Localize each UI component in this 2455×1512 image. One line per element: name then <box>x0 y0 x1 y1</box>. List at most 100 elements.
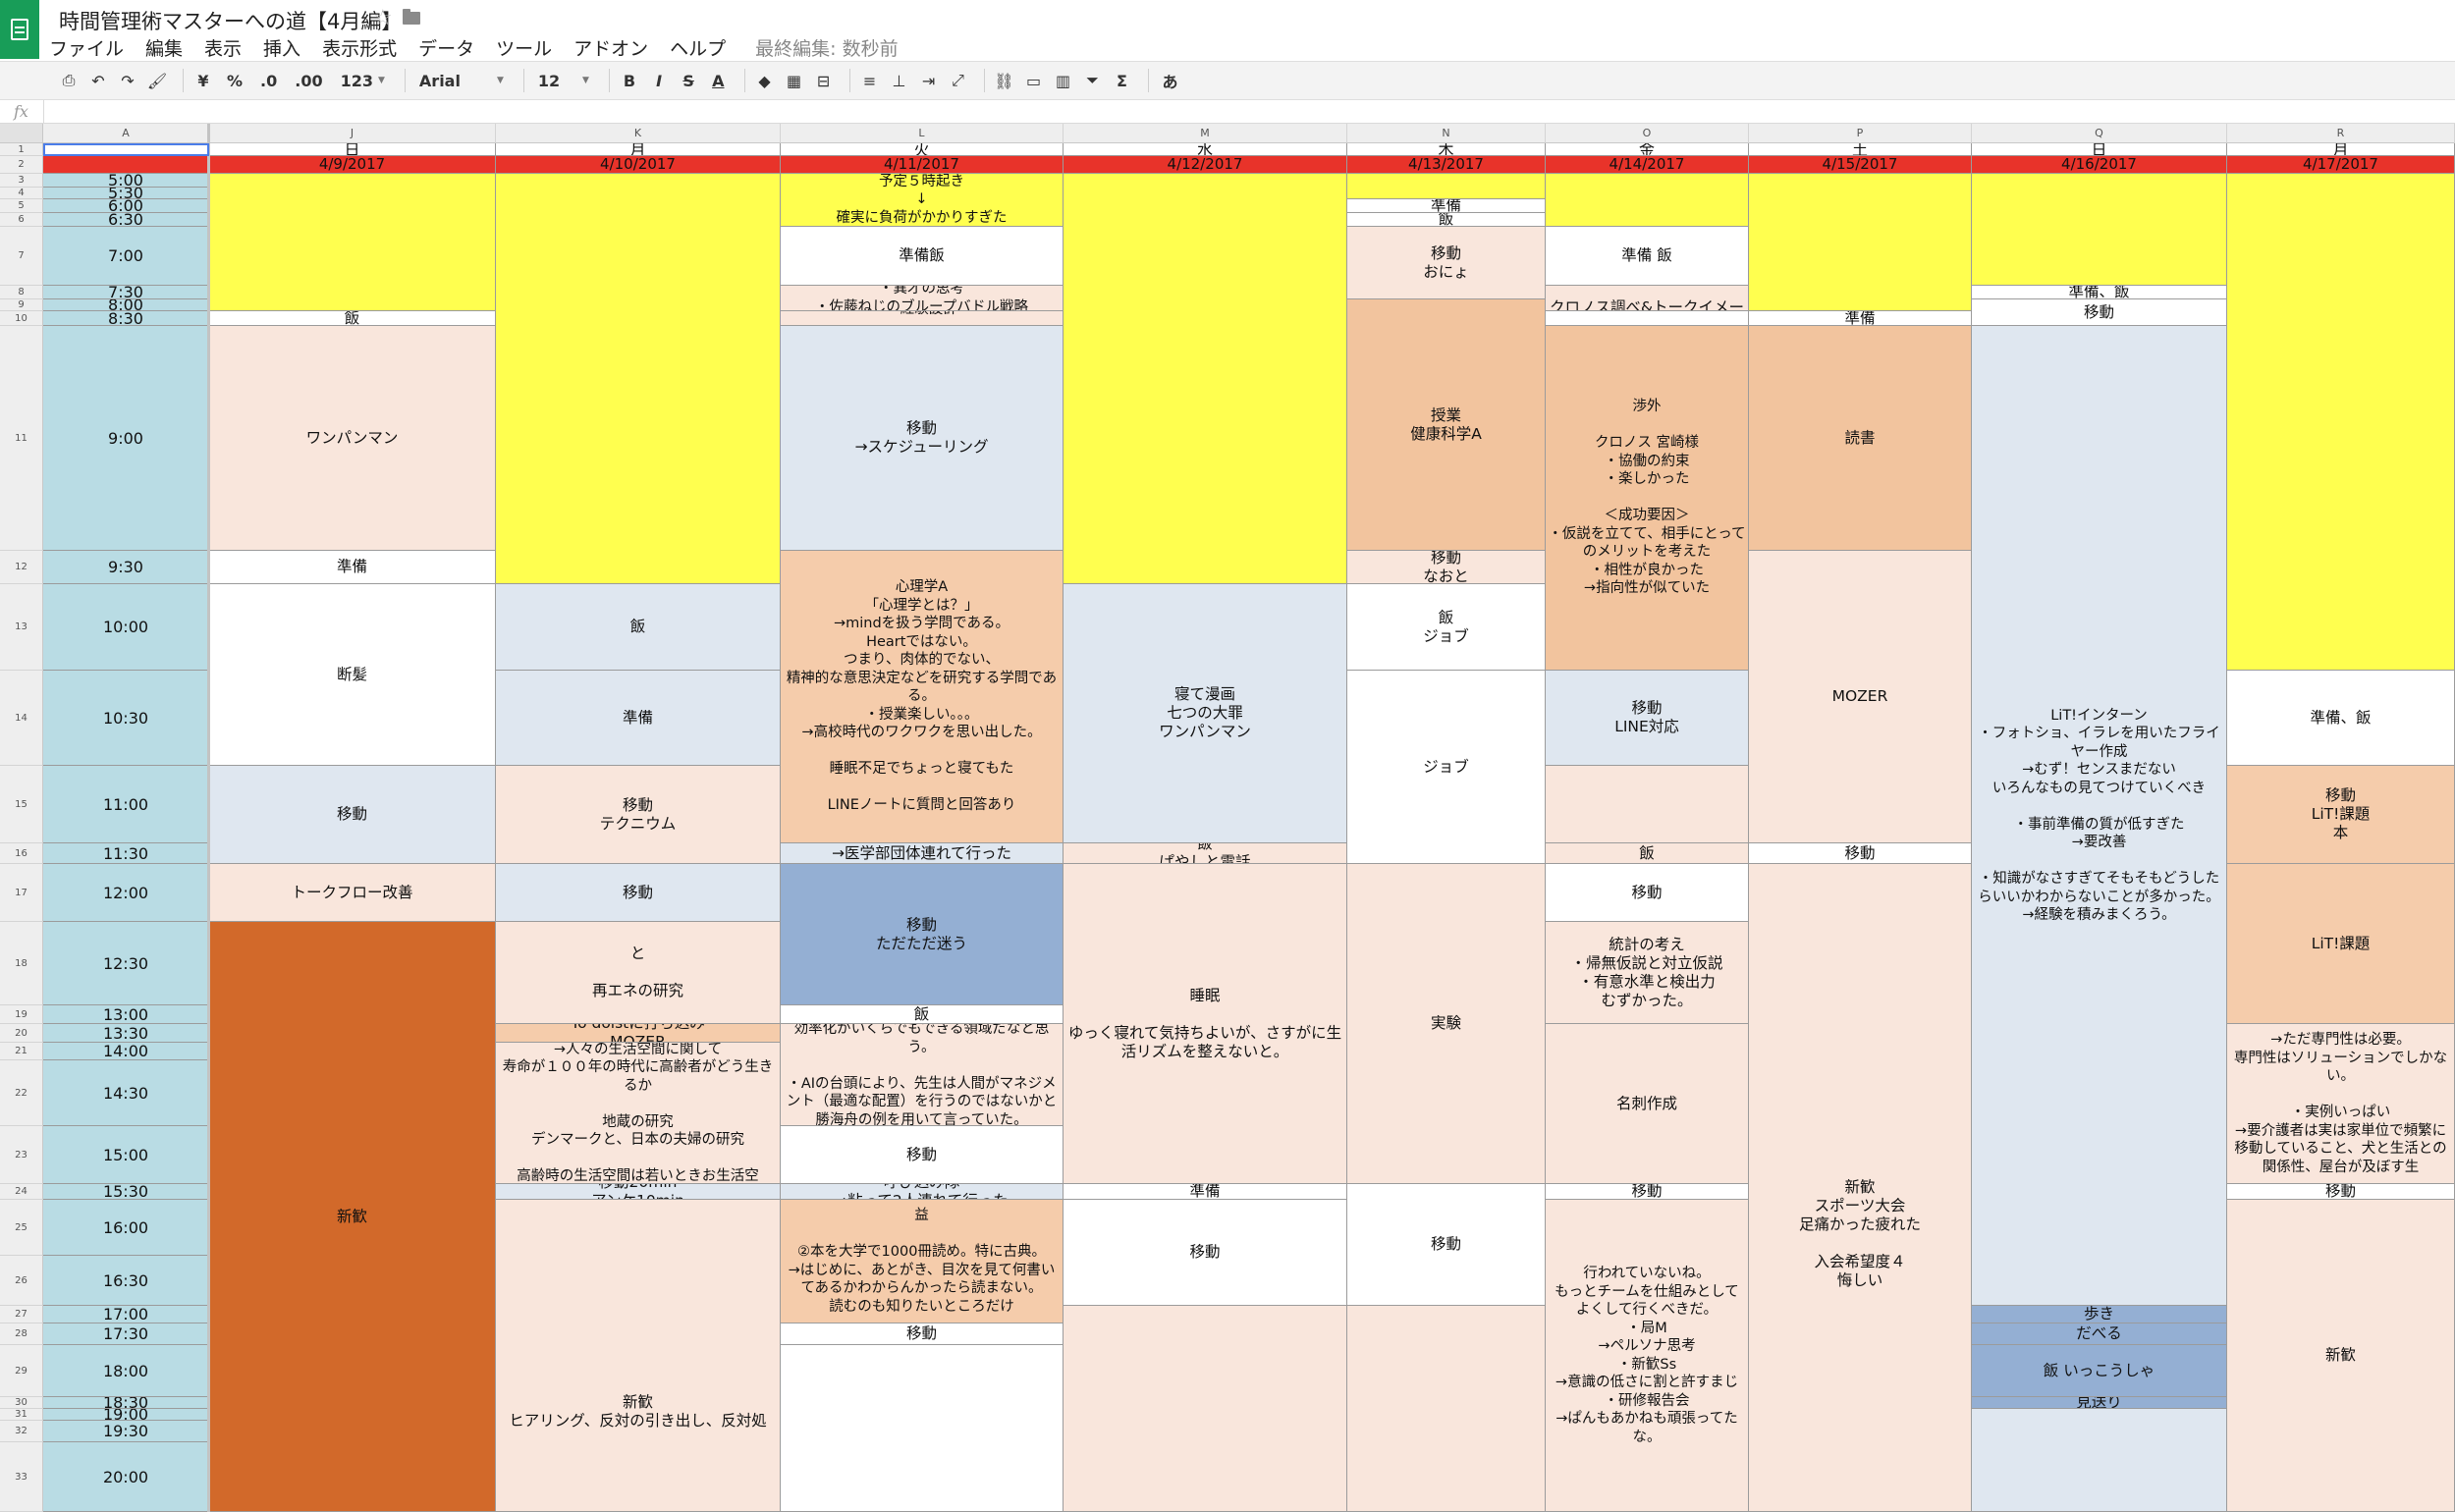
time-cell[interactable]: 6:30 <box>43 213 209 227</box>
row-header[interactable]: 16 <box>0 843 43 864</box>
select-all-corner[interactable] <box>0 124 43 143</box>
schedule-event-cell[interactable]: 飯 <box>781 1005 1064 1024</box>
row-header[interactable]: 26 <box>0 1256 43 1306</box>
schedule-event-cell[interactable]: 移動 なおと <box>1347 551 1546 584</box>
weekday-cell[interactable]: 月 <box>2227 143 2455 156</box>
schedule-event-cell[interactable]: ワンパンマン <box>209 326 496 551</box>
weekday-cell[interactable]: 木 <box>1347 143 1546 156</box>
decrease-decimal-button[interactable]: .0 <box>254 68 283 93</box>
paint-format-icon[interactable]: 🖌 <box>145 68 169 93</box>
schedule-event-cell[interactable]: 準備 <box>496 671 781 766</box>
redo-icon[interactable]: ↷ <box>116 68 139 93</box>
row-header[interactable]: 25 <box>0 1200 43 1256</box>
schedule-event-cell[interactable]: LiT!インターン ・フォトショ、イラレを用いたフライヤー作成 →むず！センスま… <box>1972 326 2227 1306</box>
row-header[interactable]: 32 <box>0 1421 43 1442</box>
row-header[interactable]: 29 <box>0 1345 43 1397</box>
sheets-logo-icon[interactable] <box>0 0 39 59</box>
spreadsheet-grid[interactable]: A J K L M N O P Q R 1 2 3 4 5 6 7 8 9 10 11 12 13 14 15 16 17 18 19 2… <box>0 124 2455 1512</box>
column-header[interactable]: N <box>1347 124 1546 143</box>
schedule-event-cell[interactable]: 準備 <box>1749 311 1972 326</box>
font-size-select[interactable]: 12 ▼ <box>532 68 595 93</box>
schedule-event-cell[interactable]: 飯 ジョブ <box>1347 584 1546 671</box>
row-header[interactable]: 3 <box>0 174 43 188</box>
time-cell[interactable]: 5:30 <box>43 188 209 199</box>
schedule-event-cell[interactable]: だべる <box>1972 1323 2227 1345</box>
menu-help[interactable]: ヘルプ <box>670 34 726 61</box>
schedule-event-cell[interactable] <box>1347 1306 1546 1512</box>
schedule-event-cell[interactable]: 歩き <box>1972 1306 2227 1323</box>
schedule-empty-cell[interactable] <box>1546 766 1749 843</box>
row-header[interactable]: 5 <box>0 199 43 213</box>
weekday-cell[interactable]: 金 <box>1546 143 1749 156</box>
schedule-event-cell[interactable]: 新歓 <box>2227 1200 2455 1512</box>
schedule-event-cell[interactable]: 飯 <box>1347 213 1546 227</box>
schedule-event-cell[interactable] <box>1972 174 2227 286</box>
schedule-event-cell[interactable] <box>781 1345 1064 1512</box>
schedule-event-cell[interactable]: 移動 <box>209 766 496 864</box>
schedule-event-cell[interactable] <box>209 174 496 311</box>
time-cell[interactable]: 6:00 <box>43 199 209 213</box>
vertical-align-icon[interactable]: ⊥ <box>888 68 911 93</box>
schedule-event-cell[interactable]: 移動 LINE対応 <box>1546 671 1749 766</box>
cell-a2[interactable] <box>43 156 209 174</box>
date-cell[interactable]: 4/14/2017 <box>1546 156 1749 174</box>
schedule-event-cell[interactable]: 新歓 <box>209 922 496 1512</box>
date-cell[interactable]: 4/9/2017 <box>209 156 496 174</box>
schedule-event-cell[interactable]: 移動 <box>1546 864 1749 922</box>
schedule-event-cell[interactable]: 準備飯 <box>781 227 1064 286</box>
schedule-event-cell[interactable]: ジョブ <box>1347 671 1546 864</box>
row-header[interactable]: 31 <box>0 1409 43 1421</box>
cell-a1[interactable] <box>43 143 209 156</box>
schedule-event-cell[interactable]: 移動 LiT!課題 本 <box>2227 766 2455 864</box>
time-cell[interactable]: 19:00 <box>43 1409 209 1421</box>
time-cell[interactable]: 9:30 <box>43 551 209 584</box>
date-cell[interactable]: 4/15/2017 <box>1749 156 1972 174</box>
row-header[interactable]: 15 <box>0 766 43 843</box>
time-cell[interactable]: 13:30 <box>43 1024 209 1043</box>
schedule-event-cell[interactable]: 飯 <box>1546 843 1749 864</box>
schedule-event-cell[interactable]: 移動 テクニウム <box>496 766 781 864</box>
time-cell[interactable]: 14:00 <box>43 1043 209 1060</box>
schedule-event-cell[interactable]: 授業 健康科学A <box>1347 299 1546 551</box>
schedule-event-cell[interactable]: M プロダクトの論点意思決定 ・ペルソナ ・経験設計 ぱやしに ・国の決定を任せ… <box>781 311 1064 326</box>
schedule-event-cell[interactable]: 飯 ぱやしと電話 <box>1064 843 1347 864</box>
schedule-event-cell[interactable]: 新歓 スポーツ大会 足痛かった疲れた 入会希望度４ 悔しい <box>1749 864 1972 1512</box>
filter-icon[interactable]: ⏷ <box>1081 68 1105 93</box>
schedule-event-cell[interactable]: 見送り <box>1972 1397 2227 1409</box>
row-header[interactable]: 12 <box>0 551 43 584</box>
row-header[interactable]: 28 <box>0 1323 43 1345</box>
schedule-event-cell[interactable]: 読書 <box>1749 326 1972 551</box>
percent-format-button[interactable]: % <box>221 68 248 93</box>
time-cell[interactable]: 13:00 <box>43 1005 209 1024</box>
date-cell[interactable]: 4/17/2017 <box>2227 156 2455 174</box>
frozen-column-divider[interactable] <box>207 124 210 1512</box>
row-header[interactable]: 8 <box>0 286 43 299</box>
column-header[interactable]: Q <box>1972 124 2227 143</box>
time-cell[interactable]: 16:00 <box>43 1200 209 1256</box>
menu-tools[interactable]: ツール <box>496 34 552 61</box>
merge-cells-icon[interactable]: ⊟ <box>812 68 836 93</box>
time-cell[interactable]: 10:00 <box>43 584 209 671</box>
schedule-event-cell[interactable]: 移動 おにょ <box>1347 227 1546 299</box>
row-header[interactable]: 23 <box>0 1126 43 1184</box>
menu-addons[interactable]: アドオン <box>573 34 648 61</box>
row-header[interactable]: 6 <box>0 213 43 227</box>
schedule-event-cell[interactable] <box>1064 174 1347 584</box>
time-cell[interactable]: 9:00 <box>43 326 209 551</box>
time-cell[interactable]: 17:00 <box>43 1306 209 1323</box>
column-header[interactable]: K <box>496 124 781 143</box>
time-cell[interactable]: 11:00 <box>43 766 209 843</box>
schedule-empty-cell[interactable] <box>1972 1409 2227 1512</box>
column-header[interactable]: L <box>781 124 1064 143</box>
row-header[interactable]: 10 <box>0 311 43 326</box>
schedule-event-cell[interactable]: 呼び込み隊 →粘って2人連れて行った <box>781 1184 1064 1200</box>
schedule-event-cell[interactable]: 移動 <box>1546 1184 1749 1200</box>
time-cell[interactable]: 7:00 <box>43 227 209 286</box>
schedule-event-cell[interactable]: 統計の考え ・帰無仮説と対立仮説 ・有意水準と検出力 むずかった。 <box>1546 922 1749 1024</box>
row-header[interactable]: 27 <box>0 1306 43 1323</box>
schedule-event-cell[interactable]: 断髪 <box>209 584 496 766</box>
time-cell[interactable]: 15:30 <box>43 1184 209 1200</box>
column-header[interactable]: P <box>1749 124 1972 143</box>
column-header[interactable]: R <box>2227 124 2455 143</box>
schedule-event-cell[interactable]: →ただ専門性は必要。 専門性はソリューションでしかない。 ・実例いっぱい →要介… <box>2227 1024 2455 1184</box>
